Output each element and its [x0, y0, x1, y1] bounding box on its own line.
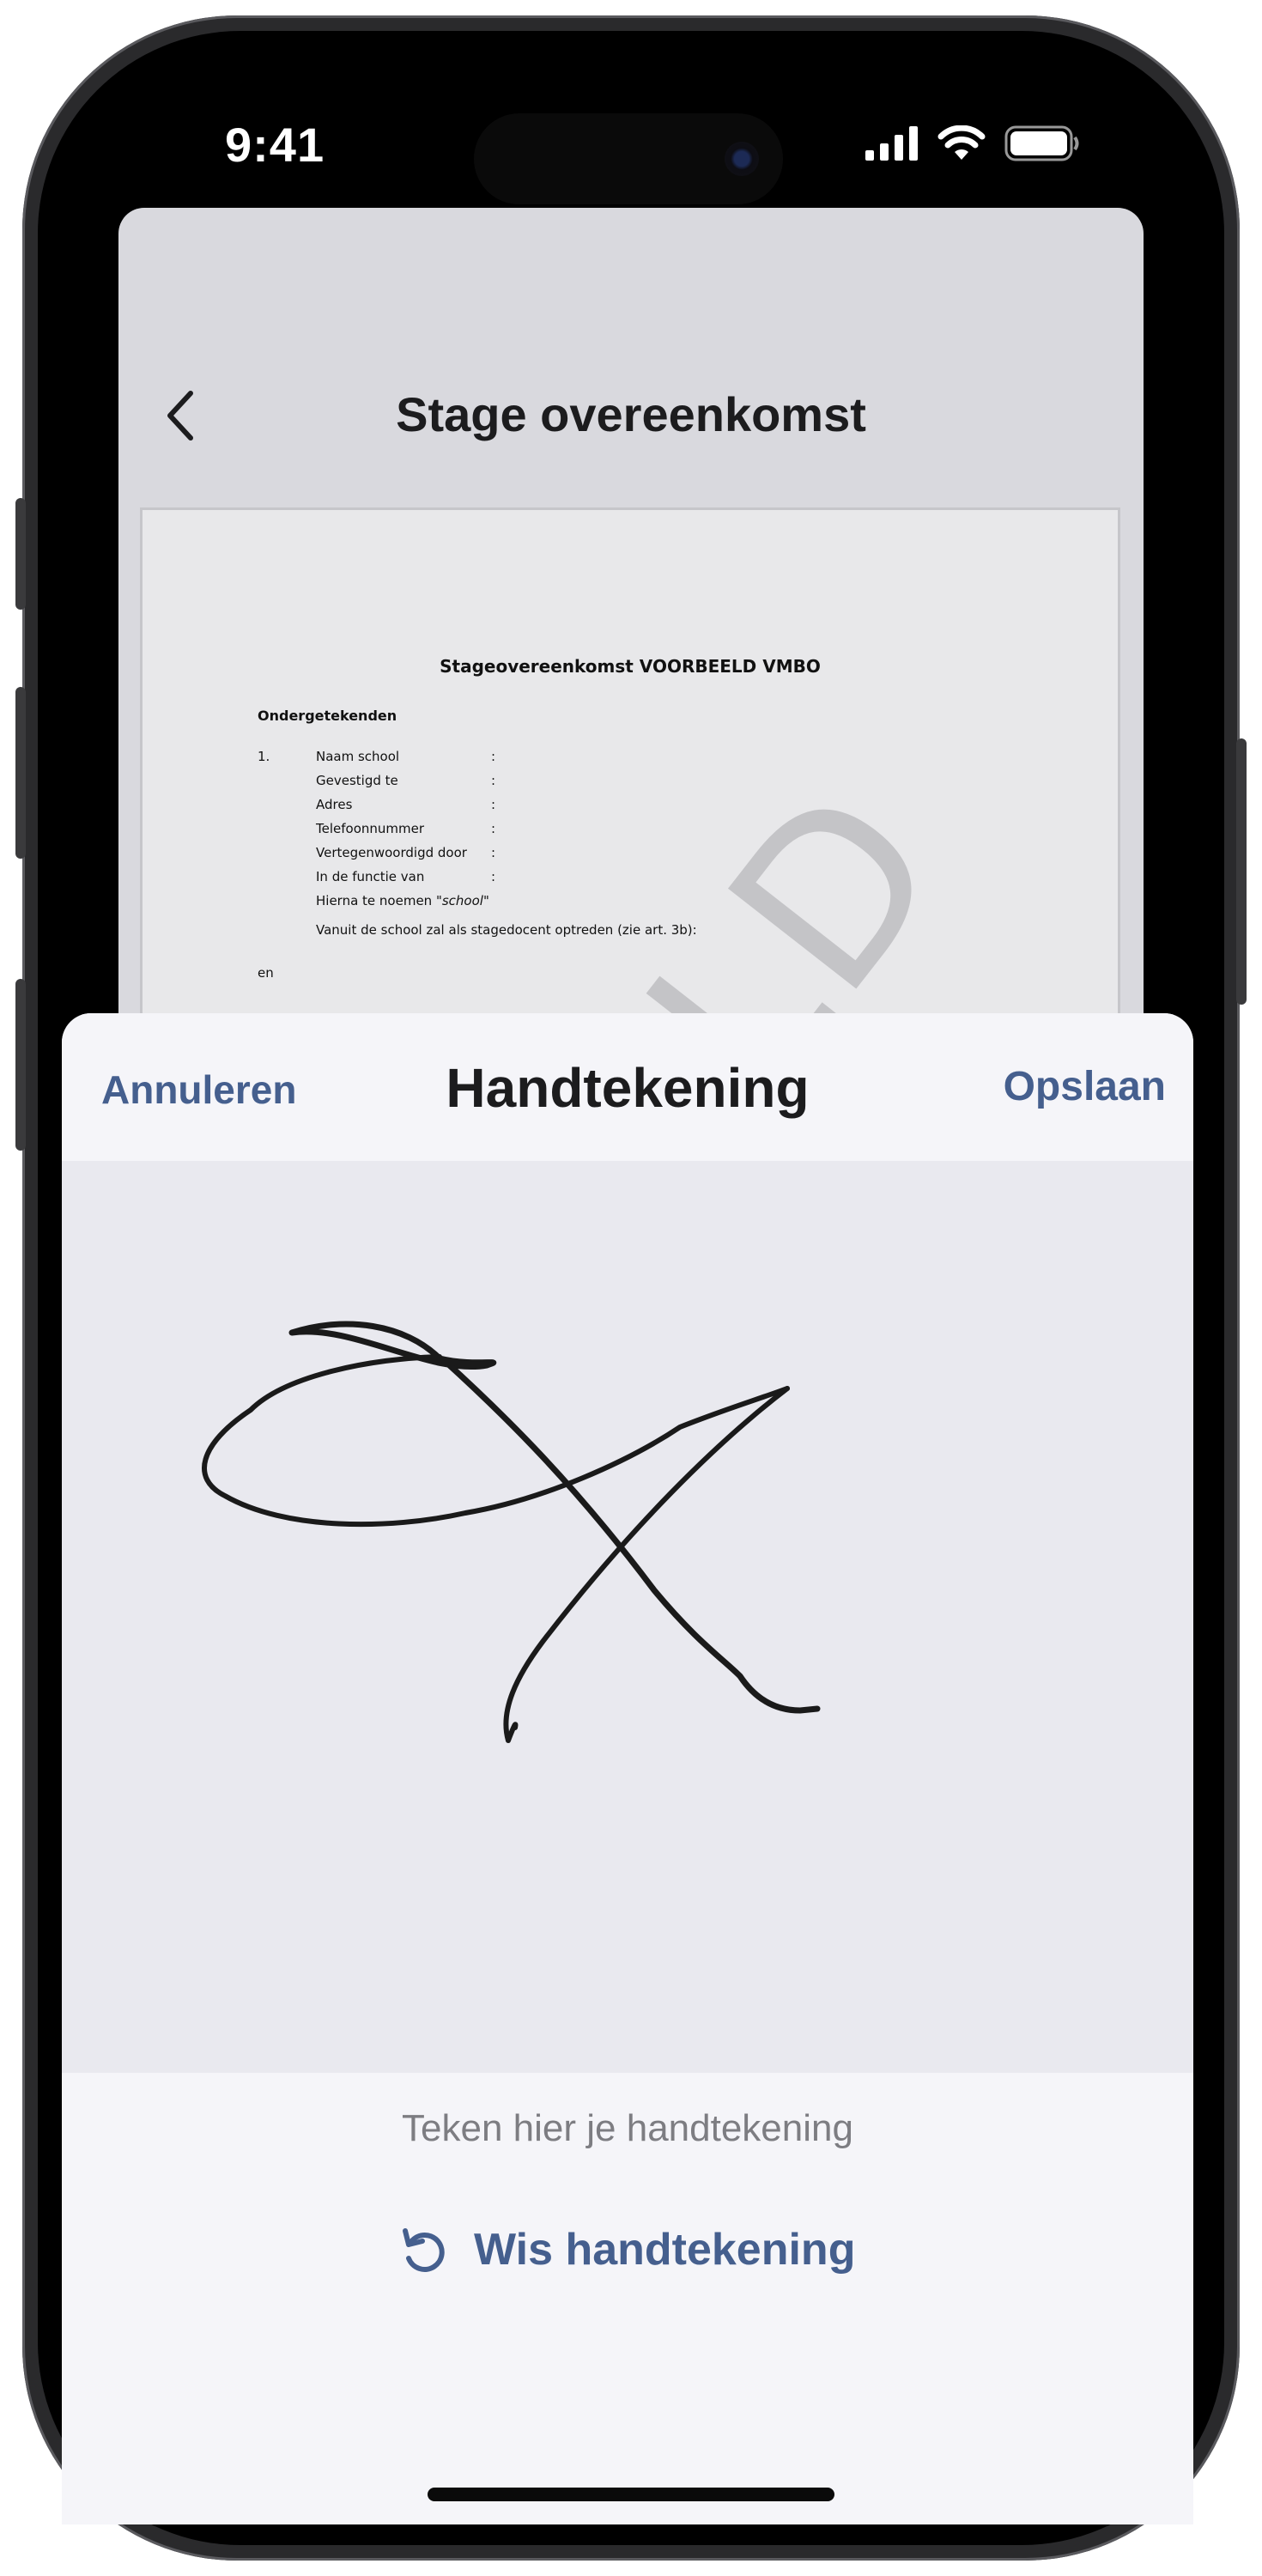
document-field-label: Adres [316, 797, 353, 812]
power-button [1236, 738, 1247, 1005]
document-field-colon: : [491, 821, 496, 836]
document-en: en [258, 965, 274, 981]
document-hierna-text: Hierna te noemen [316, 893, 436, 908]
action-button [15, 498, 26, 610]
signature-hint: Teken hier je handtekening [402, 2107, 853, 2149]
page-title: Stage overeenkomst [396, 387, 866, 441]
wifi-icon [937, 125, 986, 160]
save-button[interactable]: Opslaan [1004, 1063, 1166, 1110]
document-field-label: Gevestigd te [316, 773, 398, 788]
document-title: Stageovereenkomst VOORBEELD VMBO [440, 656, 821, 677]
volume-down-button [15, 979, 26, 1151]
document-section-heading: Ondergetekenden [258, 708, 397, 724]
document-field-colon: : [491, 869, 496, 884]
home-indicator[interactable] [428, 2488, 834, 2501]
status-icons [865, 125, 1080, 161]
status-time: 9:41 [225, 118, 325, 172]
volume-up-button [15, 687, 26, 859]
dynamic-island [474, 113, 783, 204]
document-vanuit-line: Vanuit de school zal als stagedocent opt… [316, 922, 697, 938]
front-camera [725, 142, 759, 176]
document-hierna-italic: "school" [435, 893, 489, 908]
document-field-label: In de functie van [316, 869, 425, 884]
document-field-colon: : [491, 749, 496, 764]
clear-signature-button[interactable]: Wis handtekening [397, 2215, 855, 2284]
document-item-number: 1. [258, 749, 270, 764]
undo-icon [403, 2228, 445, 2272]
signature-sheet: Handtekening Annuleren Opslaan Teken hie… [62, 1013, 1193, 2524]
document-preview: LD Stageovereenkomst VOORBEELD VMBO Onde… [143, 510, 1118, 1066]
document-field-label: Naam school [316, 749, 400, 764]
sheet-header: Handtekening Annuleren Opslaan [62, 1013, 1193, 1161]
document-field-colon: : [491, 797, 496, 812]
cancel-button[interactable]: Annuleren [101, 1066, 296, 1113]
battery-icon [1004, 125, 1079, 161]
document-field-colon: : [491, 845, 496, 860]
document-field-colon: : [491, 773, 496, 788]
document-field-label: Vertegenwoordigd door [316, 845, 467, 860]
signature-stroke [202, 1321, 821, 1743]
cellular-signal-icon [865, 126, 918, 161]
document-field-label: Telefoonnummer [316, 821, 425, 836]
background-screen: Stage overeenkomst LD Stageovereenkomst … [118, 208, 1144, 1066]
clear-signature-label: Wis handtekening [474, 2225, 856, 2275]
document-hierna-line: Hierna te noemen "school" [316, 893, 489, 908]
signature-pad[interactable] [62, 1161, 1193, 2073]
